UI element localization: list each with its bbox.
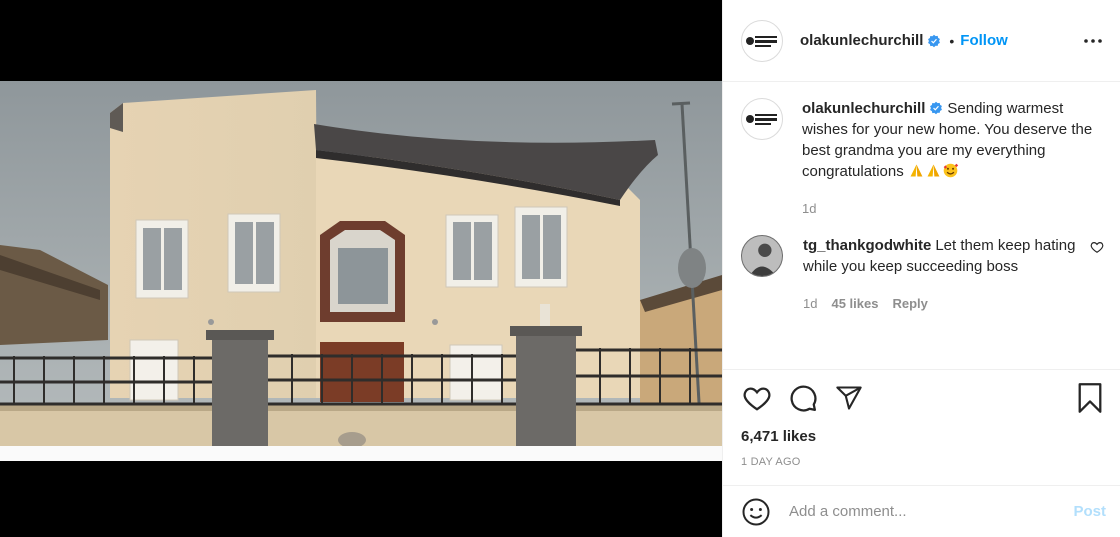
likes-count[interactable]: 6,471 likes (741, 428, 1106, 445)
comment-likes[interactable]: 45 likes (831, 293, 878, 314)
house-photo (0, 81, 722, 461)
author-avatar[interactable] (741, 19, 783, 62)
comment-time[interactable]: 1d (803, 293, 817, 314)
follow-button[interactable]: Follow (960, 32, 1008, 49)
post-actions: 6,471 likes 1 DAY AGO (723, 369, 1120, 468)
commenter-username[interactable]: tg_thankgodwhite (803, 237, 931, 254)
folded-hands-emoji (927, 164, 940, 177)
caption-avatar[interactable] (741, 98, 783, 140)
more-horizontal-icon[interactable] (1082, 30, 1104, 52)
separator-dot: • (949, 32, 955, 49)
verified-badge-icon (930, 101, 943, 115)
comment-row: tg_thankgodwhite Let them keep hating whi… (741, 235, 1104, 314)
folded-hands-emoji (910, 164, 923, 177)
instagram-post-dialog: olakunlechurchill • Follow olakunlechurc… (0, 0, 1120, 537)
post-media[interactable] (0, 0, 722, 537)
caption-username[interactable]: olakunlechurchill (802, 100, 925, 117)
add-comment-bar: Post (723, 485, 1120, 537)
share-icon[interactable] (833, 382, 865, 414)
post-comment-button[interactable]: Post (1073, 503, 1106, 520)
caption-row: olakunlechurchill Sending warmest wishes … (741, 98, 1104, 219)
caption-meta: 1d (802, 198, 1104, 219)
author-username[interactable]: olakunlechurchill (800, 32, 923, 49)
comment-input[interactable] (789, 503, 1074, 520)
post-timestamp[interactable]: 1 DAY AGO (741, 456, 1106, 468)
comment-meta: 1d 45 likes Reply (803, 293, 1082, 314)
caption-time[interactable]: 1d (802, 198, 816, 219)
emoji-picker-icon[interactable] (741, 497, 771, 527)
comment-body: tg_thankgodwhite Let them keep hating whi… (803, 235, 1082, 314)
header-name-row: olakunlechurchill • Follow (800, 32, 1008, 49)
comment-icon[interactable] (787, 382, 819, 414)
post-header: olakunlechurchill • Follow (723, 0, 1120, 82)
author-logo (746, 114, 777, 125)
author-logo (746, 35, 777, 47)
reply-button[interactable]: Reply (892, 293, 927, 314)
heart-icon[interactable] (741, 382, 773, 414)
commenter-photo (742, 236, 782, 276)
caption-body: olakunlechurchill Sending warmest wishes … (802, 98, 1104, 219)
smiling-face-with-hearts-emoji (943, 163, 959, 178)
bookmark-icon[interactable] (1074, 382, 1106, 414)
comments-list[interactable]: olakunlechurchill Sending warmest wishes … (723, 82, 1120, 369)
commenter-avatar[interactable] (741, 235, 783, 277)
comment-like-heart-icon[interactable] (1090, 240, 1104, 254)
action-icons (741, 378, 1106, 418)
verified-badge-icon (928, 34, 941, 47)
post-side-panel: olakunlechurchill • Follow olakunlechurc… (722, 0, 1120, 537)
